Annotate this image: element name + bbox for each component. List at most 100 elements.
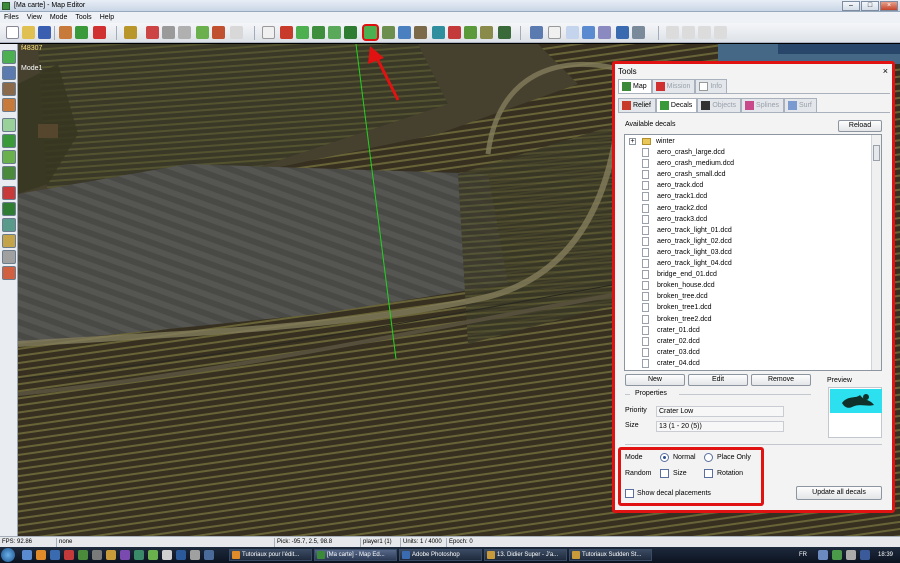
decal-list-item[interactable]: aero_track1.dcd xyxy=(642,191,707,202)
tab-map[interactable]: Map xyxy=(618,79,652,93)
unit-tool-icon[interactable] xyxy=(2,186,16,200)
ie-icon[interactable] xyxy=(50,550,60,560)
document-icon[interactable] xyxy=(548,26,561,39)
task-music[interactable]: 13. Didier Super - J'a... xyxy=(484,549,567,561)
app-icon[interactable] xyxy=(204,550,214,560)
list-icon[interactable] xyxy=(566,26,579,39)
decal-list-item[interactable]: crater_02.dcd xyxy=(642,336,700,347)
smooth-icon[interactable] xyxy=(328,26,341,39)
random-size-checkbox[interactable] xyxy=(660,469,669,478)
pointer-icon[interactable] xyxy=(262,26,275,39)
magnifier-icon[interactable] xyxy=(146,26,159,39)
update-all-decals-button[interactable]: Update all decals xyxy=(796,486,882,500)
app-icon[interactable] xyxy=(162,550,172,560)
save-icon[interactable] xyxy=(38,26,51,39)
grass-tool-icon[interactable] xyxy=(2,134,16,148)
road-tool-icon[interactable] xyxy=(2,218,16,232)
star-icon[interactable] xyxy=(148,550,158,560)
mode-place-only-radio[interactable] xyxy=(704,453,713,462)
decal-list-item[interactable]: aero_crash_large.dcd xyxy=(642,147,725,158)
remove-decal-button[interactable]: Remove xyxy=(751,374,811,386)
layers-icon[interactable] xyxy=(598,26,611,39)
tab-objects[interactable]: Objects xyxy=(697,98,742,112)
minimize-button[interactable]: – xyxy=(842,1,860,11)
undo-icon[interactable] xyxy=(124,26,137,39)
tab-relief[interactable]: Relief xyxy=(618,98,656,112)
object-icon[interactable] xyxy=(280,26,293,39)
task-map-editor[interactable]: [Ma carte] - Map Ed... xyxy=(314,549,397,561)
decal-list-item[interactable]: broken_house.dcd xyxy=(642,280,715,291)
decal-list-item[interactable]: aero_crash_small.dcd xyxy=(642,169,725,180)
tray-icon[interactable] xyxy=(860,550,870,560)
tab-mission[interactable]: Mission xyxy=(651,79,696,93)
water-icon[interactable] xyxy=(398,26,411,39)
close-tools-icon[interactable]: × xyxy=(883,66,888,76)
menu-help[interactable]: Help xyxy=(100,14,114,21)
task-tutoriaux-sudden[interactable]: Tutoriaux Sudden St... xyxy=(569,549,652,561)
show-placements-checkbox[interactable] xyxy=(625,489,634,498)
close-window-button[interactable]: × xyxy=(880,1,898,11)
clock[interactable]: 18:39 xyxy=(878,549,893,561)
flatten-icon[interactable] xyxy=(312,26,325,39)
expand-folder-icon[interactable]: + xyxy=(629,138,636,145)
random-rotation-checkbox[interactable] xyxy=(704,469,713,478)
decal-tool-icon[interactable] xyxy=(2,202,16,216)
decal-list-item[interactable]: broken_tree2.dcd xyxy=(642,314,711,325)
task-photoshop[interactable]: Adobe Photoshop xyxy=(399,549,482,561)
decal-list-item[interactable]: aero_crash_medium.dcd xyxy=(642,158,734,169)
network-icon[interactable] xyxy=(832,550,842,560)
tree-icon[interactable] xyxy=(464,26,477,39)
brush-icon[interactable] xyxy=(296,26,309,39)
folder-icon[interactable] xyxy=(106,550,116,560)
reload-button[interactable]: Reload xyxy=(838,120,882,132)
fence-icon[interactable] xyxy=(480,26,493,39)
app-icon[interactable] xyxy=(92,550,102,560)
decal-list-item[interactable]: crater_01.dcd xyxy=(642,325,700,336)
mode-normal-radio[interactable] xyxy=(660,453,669,462)
extra-tool-icon[interactable] xyxy=(2,250,16,264)
app-icon[interactable] xyxy=(120,550,130,560)
height-icon[interactable] xyxy=(344,26,357,39)
decal-list-item[interactable]: aero_track_light_02.dcd xyxy=(642,236,732,247)
menu-files[interactable]: Files xyxy=(4,14,19,21)
camera-icon[interactable] xyxy=(616,26,629,39)
bridge-tool-icon[interactable] xyxy=(2,234,16,248)
decal-list-item[interactable]: bridge_end_01.dcd xyxy=(642,269,717,280)
new-decal-button[interactable]: New xyxy=(625,374,685,386)
paint-icon[interactable] xyxy=(212,26,225,39)
decal-list-item[interactable]: aero_track3.dcd xyxy=(642,214,707,225)
new-file-icon[interactable] xyxy=(6,26,19,39)
decal-list-item[interactable]: aero_track_light_04.dcd xyxy=(642,258,732,269)
task-tutoriaux-edit[interactable]: Tutoriaux pour l'édit... xyxy=(229,549,312,561)
decal-list-item[interactable]: aero_track.dcd xyxy=(642,180,703,191)
checker-icon[interactable] xyxy=(230,26,243,39)
house-tool-icon[interactable] xyxy=(2,82,16,96)
open-folder-icon[interactable] xyxy=(22,26,35,39)
forest-icon[interactable] xyxy=(382,26,395,39)
decal-list-item[interactable]: aero_track_light_01.dcd xyxy=(642,225,732,236)
forest-tool-icon[interactable] xyxy=(2,166,16,180)
volume-icon[interactable] xyxy=(846,550,856,560)
tab-decals[interactable]: Decals xyxy=(655,98,698,112)
grid-tool-icon[interactable] xyxy=(2,118,16,132)
tab-info[interactable]: Info xyxy=(695,79,728,93)
tab-splines[interactable]: Splines xyxy=(741,98,785,112)
script-icon[interactable] xyxy=(530,26,543,39)
list-scrollbar[interactable] xyxy=(871,135,881,370)
menu-tools[interactable]: Tools xyxy=(75,14,91,21)
grass-icon[interactable] xyxy=(75,26,88,39)
decal-list-item[interactable]: broken_tree1.dcd xyxy=(642,302,711,313)
road-icon[interactable] xyxy=(414,26,427,39)
unit-icon[interactable] xyxy=(448,26,461,39)
tab-surf[interactable]: Surf xyxy=(784,98,817,112)
tool-icon[interactable] xyxy=(162,26,175,39)
tray-app-icon[interactable] xyxy=(78,550,88,560)
size-field[interactable]: 13 (1 - 20 (5)) xyxy=(656,421,784,432)
scroll-thumb[interactable] xyxy=(873,145,880,161)
target-icon[interactable] xyxy=(93,26,106,39)
priority-field[interactable]: Crater Low xyxy=(656,406,784,417)
terrain-icon[interactable] xyxy=(59,26,72,39)
app-icon[interactable] xyxy=(190,550,200,560)
app-icon[interactable] xyxy=(176,550,186,560)
start-button[interactable] xyxy=(1,548,15,562)
